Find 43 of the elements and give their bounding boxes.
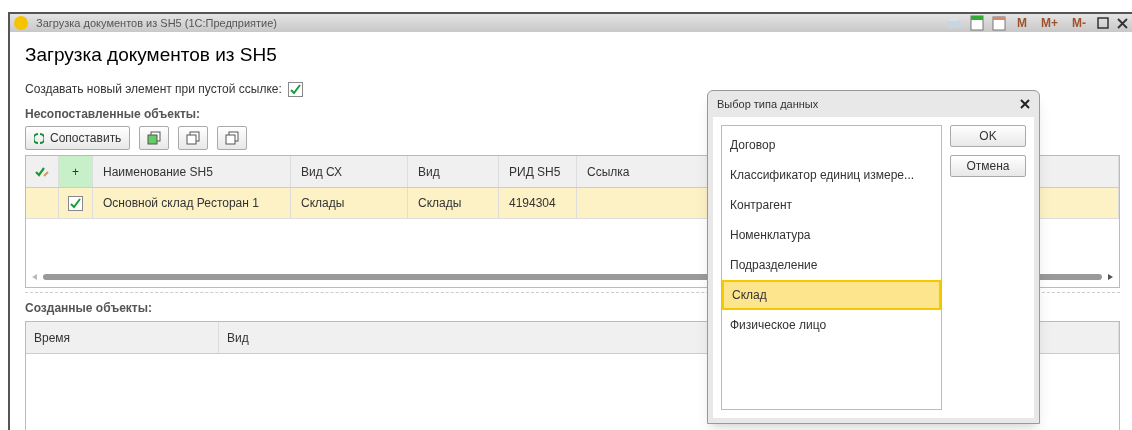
table-cell: Склады (291, 188, 408, 218)
section-title: Несопоставленные объекты: (25, 106, 201, 123)
dialog-button[interactable]: Отмена (950, 155, 1026, 177)
dialog-button[interactable]: OK (950, 125, 1026, 147)
column-header[interactable]: + (59, 156, 93, 187)
column-header[interactable]: РИД SH5 (499, 156, 577, 187)
list-item[interactable]: Классификатор единиц измере... (722, 160, 941, 190)
window-title: Загрузка документов из SH5 (1С:Предприятие) (36, 15, 277, 31)
table-cell: 4194304 (499, 188, 577, 218)
column-header[interactable]: Наименование SH5 (93, 156, 291, 187)
close-icon[interactable] (1117, 17, 1128, 29)
toolbar-button[interactable] (217, 126, 248, 150)
table-cell: Основной склад Ресторан 1 (93, 188, 291, 218)
column-header[interactable]: Вид СХ (291, 156, 408, 187)
section-title: Созданные объекты: (25, 300, 152, 317)
list-item[interactable]: Номенклатура (722, 220, 941, 250)
checkbox[interactable] (287, 81, 303, 97)
app-logo-icon (14, 16, 28, 30)
copy-icon (186, 131, 201, 145)
list-item[interactable]: Подразделение (722, 250, 941, 280)
calendar-icon[interactable] (992, 15, 1006, 31)
list-item[interactable]: Контрагент (722, 190, 941, 220)
close-icon[interactable] (1020, 99, 1030, 109)
dialog-title: Выбор типа данных (717, 96, 819, 112)
list-item[interactable]: Договор (722, 130, 941, 160)
option-label: Создавать новый элемент при пустой ссылке: (25, 81, 282, 98)
match-button[interactable]: Сопоставить (25, 126, 131, 150)
column-header[interactable]: Время (26, 322, 219, 353)
memory-button[interactable]: M- (1069, 14, 1089, 32)
memory-button[interactable]: M+ (1038, 14, 1061, 32)
table-cell: Склады (408, 188, 499, 218)
check-pencil-icon (35, 165, 49, 178)
calculator-icon[interactable] (970, 15, 984, 31)
list-item[interactable]: Склад (722, 280, 941, 310)
form-heading: Загрузка документов из SH5 (25, 43, 278, 67)
toolbar-button[interactable] (139, 126, 170, 150)
memory-button[interactable]: M (1014, 14, 1030, 32)
maximize-icon[interactable] (1097, 17, 1109, 29)
scroll-right-icon[interactable] (1108, 274, 1113, 280)
checkbox[interactable] (68, 195, 83, 211)
toolbar-button[interactable] (178, 126, 209, 150)
scroll-left-icon[interactable] (32, 274, 37, 280)
column-header[interactable]: Вид (408, 156, 499, 187)
